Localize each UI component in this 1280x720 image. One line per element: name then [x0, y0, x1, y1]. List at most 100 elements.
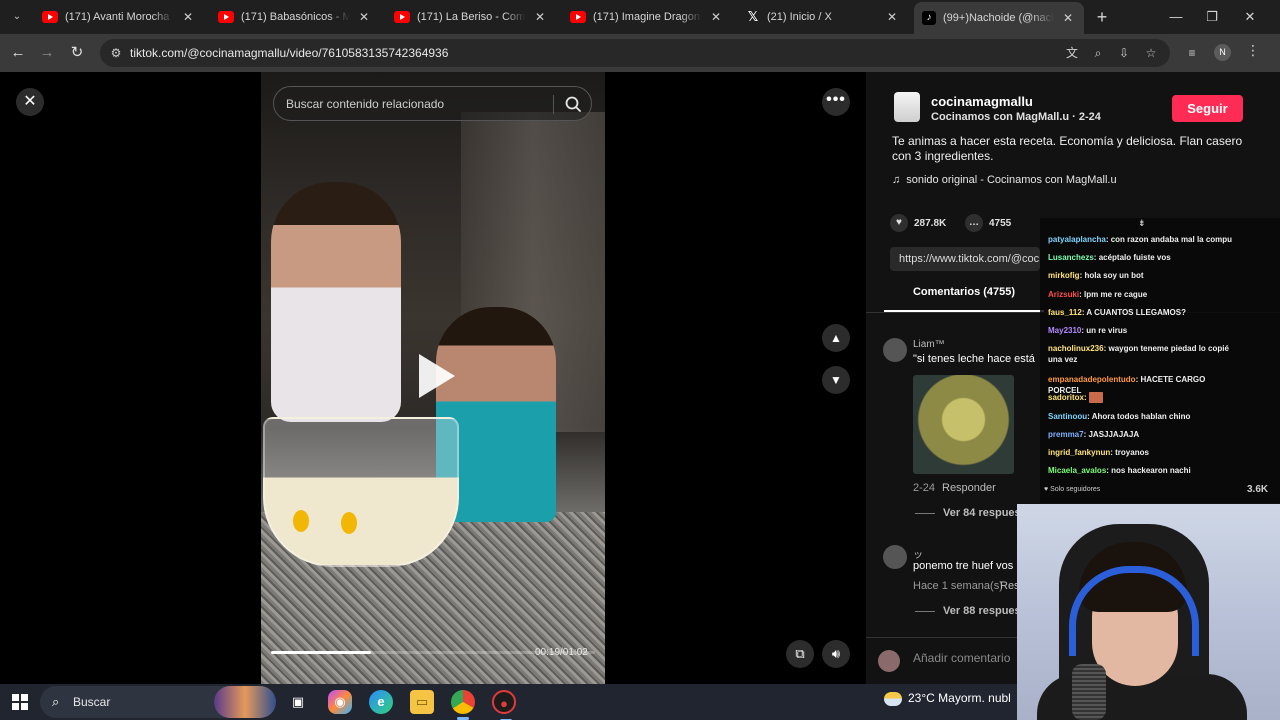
youtube-icon — [42, 11, 58, 23]
view-replies-button[interactable]: Ver 88 respues — [915, 605, 1021, 617]
chat-text: hola soy un bot — [1084, 271, 1144, 280]
floating-player-icon[interactable]: ⧉ — [786, 640, 814, 668]
chat-message: Micaela_avalos: nos hackearon nachi — [1048, 465, 1238, 476]
restore-button[interactable]: ❐ — [1200, 6, 1224, 28]
music-link[interactable]: ♫ sonido original - Cocinamos con MagMall… — [892, 174, 1117, 186]
edge-icon[interactable]: e — [369, 690, 393, 714]
browser-tab-2[interactable]: (171) Babasónicos - Microc ✕ — [210, 4, 380, 30]
webcam-overlay — [1017, 504, 1280, 720]
close-video-button[interactable]: ✕ — [16, 88, 44, 116]
comment-sticker-image[interactable] — [913, 375, 1014, 474]
x-icon: 𝕏 — [747, 9, 759, 24]
browser-tab-1[interactable]: (171) Avanti Morocha (CAI ✕ — [34, 4, 204, 30]
video-player[interactable]: 00:19/01:02 — [261, 72, 605, 684]
tiktok-icon: ♪ — [922, 11, 936, 25]
browser-menu-icon[interactable]: ⋮ — [1246, 42, 1260, 59]
browser-tab-4[interactable]: (171) Imagine Dragons - R ✕ — [562, 4, 732, 30]
site-info-icon[interactable]: ⚙ — [108, 45, 124, 61]
close-tab-icon[interactable]: ✕ — [708, 10, 724, 24]
zoom-icon[interactable]: ⌕ — [1090, 45, 1106, 61]
copilot-icon[interactable]: ◉ — [328, 690, 352, 714]
close-tab-icon[interactable]: ✕ — [532, 10, 548, 24]
chat-username: Santinoou — [1048, 412, 1088, 421]
windows-start-icon[interactable] — [12, 694, 28, 710]
chat-message: ingrid_fankynun: troyanos — [1048, 447, 1238, 458]
more-options-icon[interactable]: ••• — [822, 88, 850, 116]
author-name[interactable]: cocinamagmallu — [931, 94, 1033, 109]
translate-icon[interactable]: 文 — [1064, 45, 1080, 61]
tab-title: (171) Avanti Morocha (CAI — [65, 11, 174, 23]
address-bar[interactable]: ⚙ tiktok.com/@cocinamagmallu/video/76105… — [100, 39, 1170, 67]
close-tab-icon[interactable]: ✕ — [180, 10, 196, 24]
play-icon[interactable] — [419, 354, 455, 398]
install-app-icon[interactable]: ⇩ — [1116, 45, 1132, 61]
follow-button[interactable]: Seguir — [1172, 95, 1243, 122]
chat-username: May2310 — [1048, 326, 1082, 335]
taskbar-search-box[interactable]: ⌕ Buscar — [40, 686, 276, 718]
browser-tab-6-active[interactable]: ♪ (99+)Nachoide (@nachoid ✕ — [914, 2, 1084, 34]
comment-username[interactable]: Liam™ — [913, 339, 945, 350]
url-text[interactable]: tiktok.com/@cocinamagmallu/video/7610583… — [130, 46, 448, 60]
close-window-button[interactable]: ✕ — [1238, 6, 1262, 28]
reply-button[interactable]: Responder — [942, 482, 996, 494]
like-count: 287.8K — [914, 217, 947, 229]
reload-button[interactable]: ↻ — [66, 42, 88, 64]
chat-message: Lusanchezs: acéptalo fuiste vos — [1048, 252, 1238, 263]
author-subtitle: Cocinamos con MagMall.u · 2-24 — [931, 111, 1101, 123]
new-tab-button[interactable]: + — [1092, 7, 1112, 27]
search-divider — [553, 95, 554, 114]
weather-widget[interactable]: 23°C Mayorm. nubl — [884, 691, 1011, 706]
current-user-avatar — [878, 650, 900, 672]
chrome-icon[interactable] — [451, 690, 475, 720]
forward-button[interactable]: → — [36, 42, 58, 64]
recording-app-icon[interactable]: ● — [492, 690, 516, 720]
taskbar-search-label: Buscar — [73, 695, 111, 709]
chat-message: May2310: un re virus — [1048, 325, 1238, 336]
comment-button[interactable]: … 4755 — [965, 214, 1011, 232]
comment-count: 4755 — [989, 217, 1012, 229]
close-tab-icon[interactable]: ✕ — [1060, 11, 1076, 25]
profile-avatar[interactable]: N — [1214, 44, 1231, 61]
minimize-button[interactable]: — — [1164, 6, 1188, 28]
browser-tab-5[interactable]: 𝕏 (21) Inicio / X ✕ — [738, 4, 908, 30]
youtube-icon — [218, 11, 234, 23]
search-icon[interactable] — [562, 93, 584, 115]
chat-footer-text: Solo seguidores — [1050, 486, 1101, 493]
chat-emote-image — [1088, 392, 1103, 404]
comment-avatar[interactable] — [883, 338, 907, 362]
chat-message: faus_112: A CUANTOS LLEGAMOS? — [1048, 307, 1238, 318]
chat-username: Lusanchezs — [1048, 253, 1094, 262]
browser-toolbar: ← → ↻ ⚙ tiktok.com/@cocinamagmallu/video… — [0, 34, 1280, 72]
comment-avatar[interactable] — [883, 545, 907, 569]
search-placeholder: Buscar contenido relacionado — [286, 97, 445, 111]
author-avatar[interactable] — [894, 92, 920, 122]
view-replies-button[interactable]: Ver 84 respues — [915, 507, 1021, 519]
like-button[interactable]: ♥ 287.8K — [890, 214, 946, 232]
comment-username[interactable]: ッ — [913, 546, 923, 561]
browser-tab-3[interactable]: (171) La Beriso - Como Olv ✕ — [386, 4, 556, 30]
volume-icon[interactable]: 🔊︎ — [822, 640, 850, 668]
file-explorer-icon[interactable]: ▭ — [410, 690, 434, 714]
media-controls-icon[interactable]: ≡ — [1184, 45, 1200, 61]
tab-title: (21) Inicio / X — [767, 11, 832, 23]
chat-username: Micaela_avalos — [1048, 466, 1107, 475]
bookmark-star-icon[interactable]: ☆ — [1143, 45, 1159, 61]
copy-link-field[interactable]: https://www.tiktok.com/@coc — [890, 247, 1040, 271]
related-search-input[interactable]: Buscar contenido relacionado — [273, 86, 592, 121]
close-tab-icon[interactable]: ✕ — [356, 10, 372, 24]
task-view-icon[interactable]: ▣ — [286, 690, 310, 714]
close-tab-icon[interactable]: ✕ — [884, 10, 900, 24]
tab-search-button[interactable]: ⌄ — [6, 6, 28, 28]
video-time: 00:19/01:02 — [535, 647, 588, 658]
chat-text: lpm me re cague — [1084, 290, 1148, 299]
chat-message: mirkofig: hola soy un bot — [1048, 270, 1238, 281]
add-comment-input[interactable]: Añadir comentario — [913, 651, 1010, 665]
video-description: Te animas a hacer esta receta. Economía … — [892, 134, 1243, 163]
next-video-button[interactable]: ▼ — [822, 366, 850, 394]
previous-video-button[interactable]: ▲ — [822, 324, 850, 352]
back-button[interactable]: ← — [7, 42, 29, 64]
youtube-icon — [570, 11, 586, 23]
search-icon: ⌕ — [52, 694, 60, 709]
tab-comments[interactable]: Comentarios (4755) — [884, 286, 1044, 312]
chat-text: JASJJAJAJA — [1088, 430, 1140, 439]
